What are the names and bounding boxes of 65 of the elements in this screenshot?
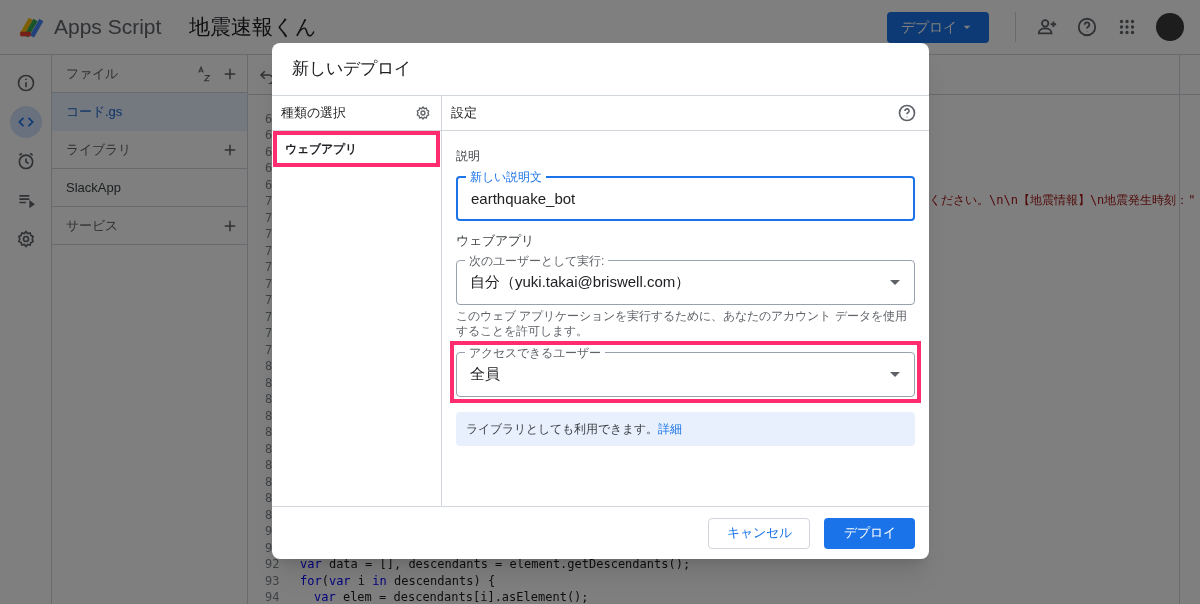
code-line: var elem = descendants[i].asElement(); <box>314 590 589 604</box>
line-number: 9 <box>265 540 273 555</box>
dropdown-caret-icon <box>890 372 900 377</box>
line-number: 6 <box>265 161 273 175</box>
line-number: 8 <box>265 458 273 472</box>
help-text: このウェブ アプリケーションを実行するために、あなたのアカウント データを使用することを許可します。 <box>456 308 908 339</box>
settings-icon <box>15 229 36 249</box>
details-link[interactable]: 詳細 <box>658 419 682 438</box>
line-number: 6 <box>265 128 273 142</box>
avatar[interactable] <box>1156 13 1184 41</box>
line-number: 7 <box>265 194 273 208</box>
product-name: Apps Script <box>54 14 162 41</box>
line-number: 7 <box>265 326 273 340</box>
dropdown-field[interactable]: 次のユーザーとして実行: 自分（yuki.takai@briswell.com） <box>456 254 915 305</box>
line-number: 8 <box>265 425 273 439</box>
line-number: 7 <box>265 260 273 274</box>
file-item[interactable]: コード.gs <box>52 93 247 131</box>
line-number: 6 <box>265 177 273 192</box>
dialog-title: 新しいデプロイ <box>292 58 411 81</box>
line-number: 7 <box>265 227 273 241</box>
code-line: for(var i in descendants) { <box>300 573 496 588</box>
line-number: 7 <box>265 342 273 357</box>
line-number: 6 <box>265 144 273 159</box>
cancel-button[interactable]: キャンセル <box>708 517 810 549</box>
deploy-button[interactable]: デプロイ <box>887 11 989 43</box>
section-title: ライブラリ <box>66 140 132 159</box>
sort-az-icon[interactable] <box>195 64 213 83</box>
deploy-button[interactable]: デプロイ <box>824 517 915 549</box>
line-number: 8 <box>265 507 273 522</box>
panel-heading: 種類の選択 <box>281 104 347 123</box>
line-number: 8 <box>265 392 273 406</box>
section-title: サービス <box>66 216 119 235</box>
line-number: 8 <box>265 375 273 390</box>
line-number: 93 <box>265 573 280 588</box>
line-number: 8 <box>265 491 273 505</box>
line-number: 92 <box>265 557 280 571</box>
panel-heading: 設定 <box>451 104 478 123</box>
code-line: ください。\n\n【地震情報】\n地震発生時刻：" <box>929 192 1196 209</box>
line-number: 8 <box>265 441 273 456</box>
line-number: 7 <box>265 210 273 225</box>
info-icon <box>15 73 36 93</box>
help-icon[interactable] <box>897 103 917 123</box>
line-number: 9 <box>265 524 273 538</box>
settings-icon[interactable] <box>415 105 431 121</box>
line-number: 7 <box>265 243 273 258</box>
info-text: ライブラリとしても利用できます。 <box>466 420 658 438</box>
section-heading: ウェブアプリ <box>456 232 535 250</box>
rail-button[interactable] <box>9 106 42 138</box>
field-heading: 説明 <box>456 148 481 165</box>
dropdown-field[interactable]: アクセスできるユーザー 全員 <box>456 346 915 397</box>
file-item[interactable]: SlackApp <box>52 169 247 207</box>
line-number: 8 <box>265 408 273 423</box>
dropdown-caret-icon <box>890 280 900 285</box>
help-icon[interactable] <box>1076 16 1098 38</box>
section-title: ファイル <box>66 64 119 83</box>
input-field[interactable]: 新しい説明文 earthquake_bot <box>456 171 915 221</box>
line-number: 8 <box>265 474 273 489</box>
line-number: 94 <box>265 590 280 604</box>
line-number: 7 <box>265 309 273 324</box>
line-number: 8 <box>265 359 273 373</box>
line-number: 7 <box>265 293 273 307</box>
project-title[interactable]: 地震速報くん <box>189 11 318 43</box>
line-number: 6 <box>265 111 273 126</box>
line-number: 7 <box>265 276 273 291</box>
deployment-type-item[interactable]: ウェブアプリ <box>273 131 440 167</box>
